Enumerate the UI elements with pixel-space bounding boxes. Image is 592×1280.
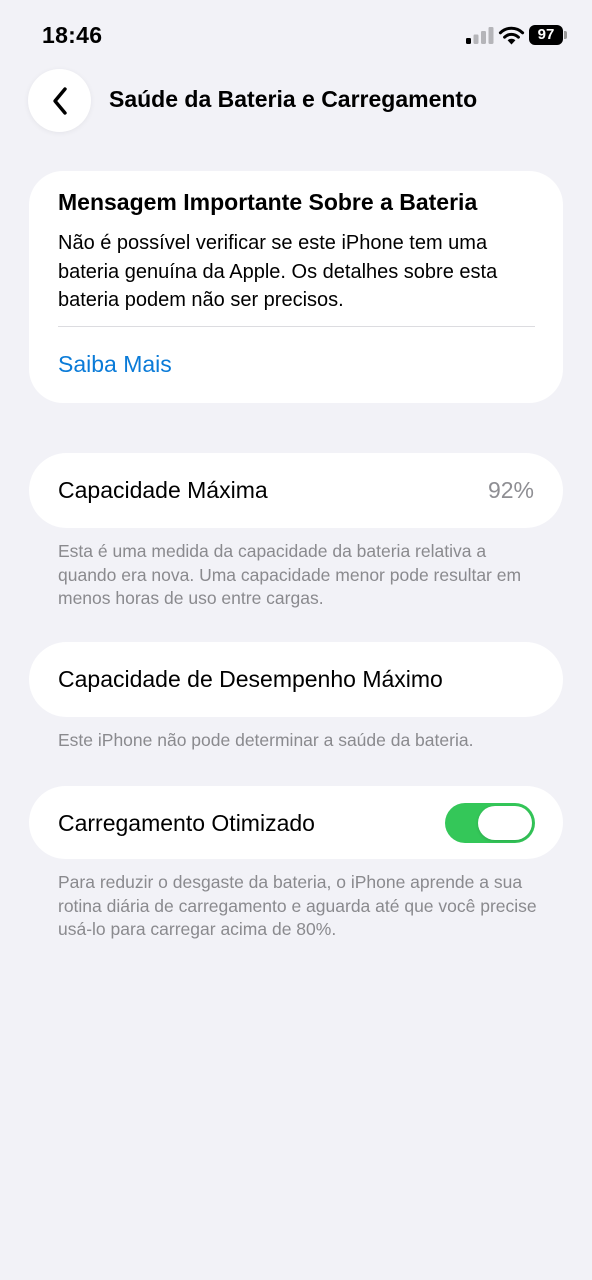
optimized-charging-note: Para reduzir o desgaste da bateria, o iP… [58,872,537,939]
battery-message-card: Mensagem Importante Sobre a Bateria Não … [29,171,563,403]
message-body: Não é possível verificar se este iPhone … [58,232,498,311]
divider [58,326,535,327]
optimized-charging-row: Carregamento Otimizado [29,786,563,859]
battery-health-screen: 18:46 97 Saúde da Bateria e Carregamento… [0,0,592,1280]
max-capacity-label: Capacidade Máxima [58,477,268,503]
max-capacity-note: Esta é uma medida da capacidade da bater… [58,541,522,608]
optimized-charging-label: Carregamento Otimizado [58,810,315,836]
peak-performance-label: Capacidade de Desempenho Máximo [58,666,443,692]
message-title: Mensagem Importante Sobre a Bateria [58,189,478,215]
status-bar: 18:46 97 [0,0,592,70]
toggle-knob [478,806,532,840]
back-button[interactable] [28,69,91,132]
max-capacity-row: Capacidade Máxima 92% [29,453,563,528]
page-title: Saúde da Bateria e Carregamento [109,86,478,112]
battery-nub [564,31,567,39]
signal-icon [466,27,494,44]
max-capacity-value: 92% [487,477,534,503]
battery-icon: 97 [529,25,563,45]
peak-performance-note: Este iPhone não pode determinar a saúde … [58,730,474,750]
peak-performance-row: Capacidade de Desempenho Máximo [29,642,563,717]
wifi-icon [498,26,525,45]
optimized-charging-toggle[interactable] [445,803,535,843]
status-time: 18:46 [42,22,103,48]
chevron-left-icon [52,86,67,115]
learn-more-link[interactable]: Saiba Mais [58,351,172,378]
